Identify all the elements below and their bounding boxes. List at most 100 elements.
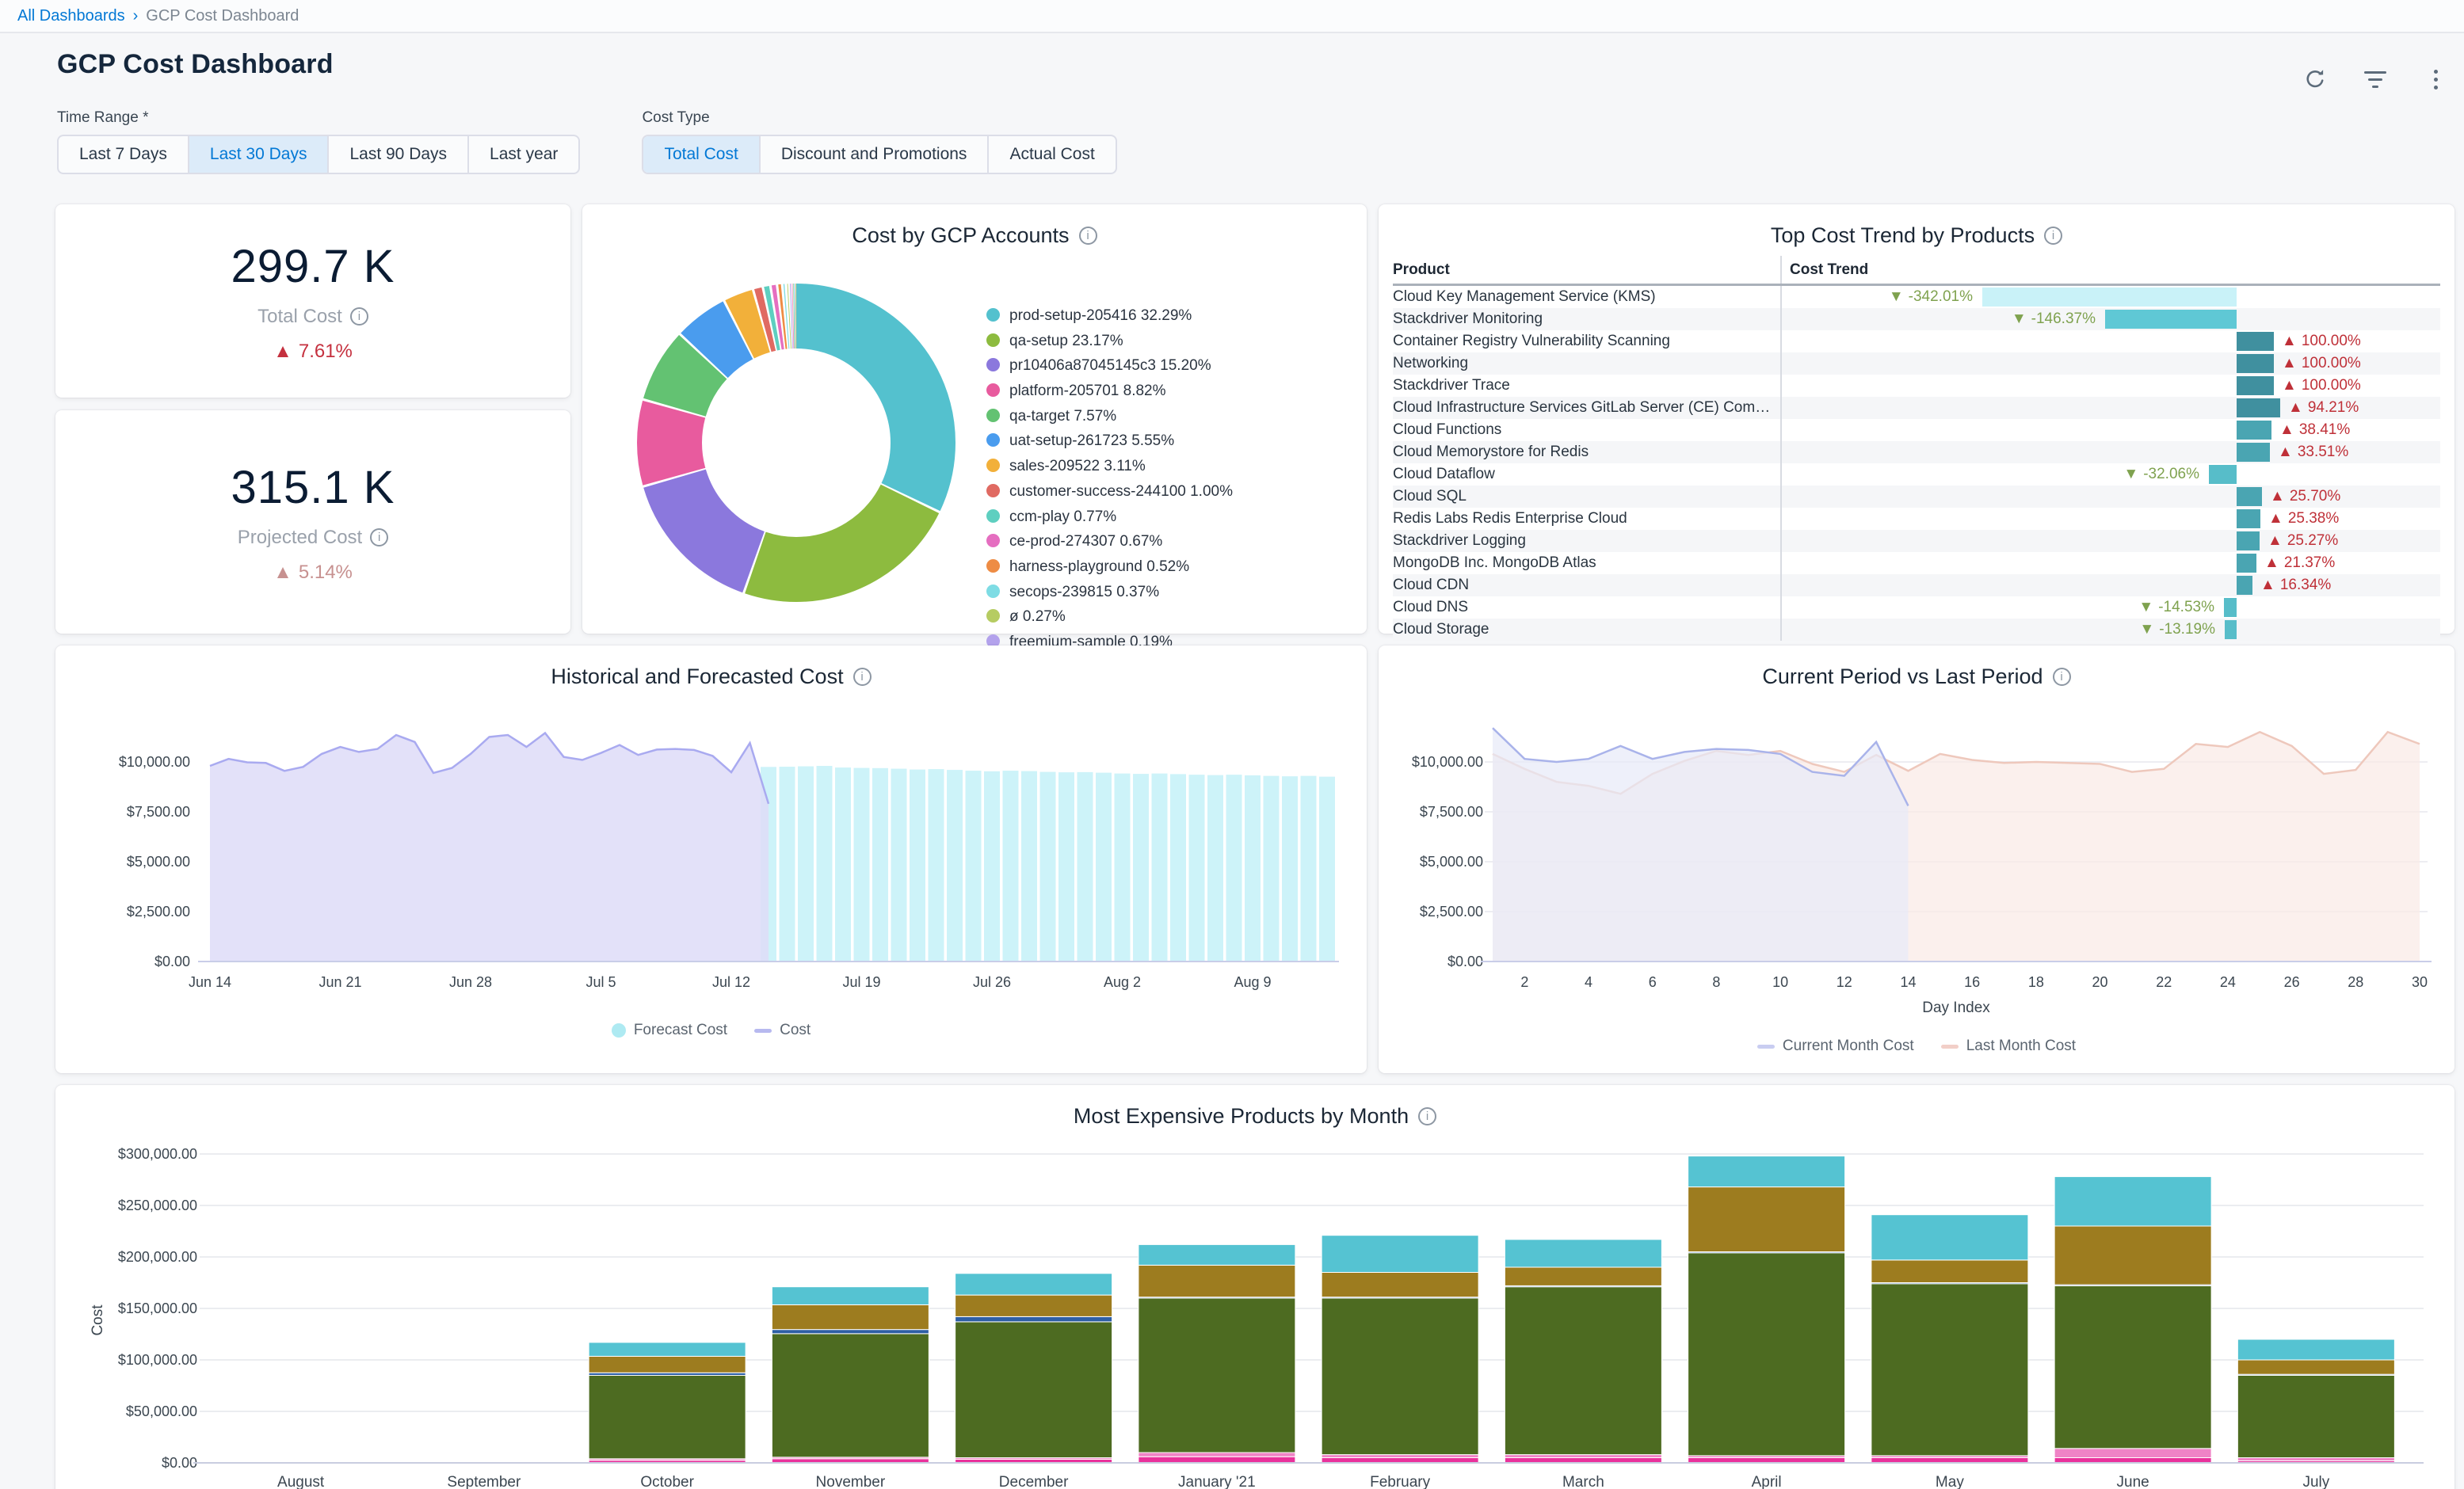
time-range-option-last-30-days[interactable]: Last 30 Days: [189, 136, 330, 173]
time-range-option-last-90-days[interactable]: Last 90 Days: [329, 136, 469, 173]
table-row[interactable]: Stackdriver Logging▲25.27%: [1393, 530, 2440, 552]
stacked-bar-segment[interactable]: [1322, 1236, 1478, 1273]
stacked-bar-segment[interactable]: [772, 1287, 929, 1305]
forecast-bar[interactable]: [891, 769, 907, 962]
stacked-bar-segment[interactable]: [2054, 1285, 2211, 1448]
forecast-bar[interactable]: [1021, 771, 1037, 962]
table-row[interactable]: Redis Labs Redis Enterprise Cloud▲25.38%: [1393, 508, 2440, 530]
legend-item[interactable]: Last Month Cost: [1941, 1038, 2076, 1055]
stacked-bar-segment[interactable]: [1139, 1298, 1295, 1453]
forecast-bar[interactable]: [966, 771, 982, 962]
forecast-bar[interactable]: [1058, 772, 1074, 962]
table-row[interactable]: Container Registry Vulnerability Scannin…: [1393, 330, 2440, 352]
stacked-bar-segment[interactable]: [1139, 1265, 1295, 1297]
stacked-bar-segment[interactable]: [1322, 1455, 1478, 1458]
cost-type-option-actual-cost[interactable]: Actual Cost: [989, 136, 1115, 173]
table-row[interactable]: Cloud Infrastructure Services GitLab Ser…: [1393, 397, 2440, 419]
table-row[interactable]: MongoDB Inc. MongoDB Atlas▲21.37%: [1393, 552, 2440, 574]
info-icon[interactable]: i: [1079, 227, 1097, 245]
forecast-bar[interactable]: [929, 769, 944, 962]
legend-item[interactable]: Current Month Cost: [1757, 1038, 1914, 1055]
stacked-bar-segment[interactable]: [2237, 1339, 2394, 1360]
stacked-bar-segment[interactable]: [772, 1334, 929, 1457]
forecast-bar[interactable]: [817, 766, 833, 962]
stacked-bar-segment[interactable]: [1688, 1253, 1845, 1456]
table-row[interactable]: Cloud SQL▲25.70%: [1393, 486, 2440, 508]
stacked-bar-segment[interactable]: [1688, 1156, 1845, 1187]
table-row[interactable]: Networking▲100.00%: [1393, 352, 2440, 375]
stacked-bar-segment[interactable]: [1139, 1453, 1295, 1457]
forecast-bar[interactable]: [947, 770, 963, 962]
forecast-bar[interactable]: [1282, 776, 1298, 962]
legend-item[interactable]: Cost: [754, 1022, 811, 1039]
stacked-bar-segment[interactable]: [1871, 1284, 2028, 1456]
forecast-bar[interactable]: [1152, 774, 1168, 962]
forecast-bar[interactable]: [1133, 774, 1149, 962]
stacked-bar-segment[interactable]: [955, 1322, 1112, 1458]
stacked-bar-segment[interactable]: [772, 1330, 929, 1334]
stacked-bar-segment[interactable]: [2054, 1226, 2211, 1285]
table-row[interactable]: Cloud Storage▼-13.19%: [1393, 619, 2440, 641]
info-icon[interactable]: i: [2044, 227, 2062, 245]
stacked-bar-segment[interactable]: [2237, 1376, 2394, 1458]
forecast-bar[interactable]: [1115, 774, 1131, 962]
legend-item[interactable]: Forecast Cost: [612, 1022, 727, 1039]
table-row[interactable]: Cloud DNS▼-14.53%: [1393, 596, 2440, 619]
forecast-bar[interactable]: [780, 767, 795, 962]
cost-type-option-discount-and-promotions[interactable]: Discount and Promotions: [761, 136, 990, 173]
info-icon[interactable]: i: [2053, 668, 2071, 686]
table-row[interactable]: Cloud Functions▲38.41%: [1393, 419, 2440, 441]
forecast-bar[interactable]: [1170, 774, 1186, 962]
table-row[interactable]: Stackdriver Trace▲100.00%: [1393, 375, 2440, 397]
forecast-bar[interactable]: [1301, 776, 1317, 962]
forecast-bar[interactable]: [1319, 777, 1335, 962]
forecast-bar[interactable]: [910, 770, 925, 962]
table-row[interactable]: Cloud Key Management Service (KMS)▼-342.…: [1393, 286, 2440, 308]
stacked-bar-segment[interactable]: [1688, 1187, 1845, 1252]
stacked-bar-segment[interactable]: [1505, 1267, 1661, 1285]
forecast-bar[interactable]: [1078, 772, 1093, 962]
stacked-bar-segment[interactable]: [2054, 1449, 2211, 1458]
stacked-bar-segment[interactable]: [1871, 1215, 2028, 1260]
info-icon[interactable]: i: [350, 307, 368, 326]
forecast-bar[interactable]: [1226, 775, 1242, 962]
stacked-bar-segment[interactable]: [955, 1274, 1112, 1295]
stacked-bar-segment[interactable]: [589, 1356, 746, 1373]
table-row[interactable]: Cloud Dataflow▼-32.06%: [1393, 463, 2440, 486]
info-icon[interactable]: i: [853, 668, 872, 686]
stacked-bar-segment[interactable]: [1322, 1273, 1478, 1297]
stacked-bar-segment[interactable]: [589, 1376, 746, 1459]
time-range-option-last-7-days[interactable]: Last 7 Days: [59, 136, 189, 173]
stacked-bar-segment[interactable]: [1139, 1244, 1295, 1265]
forecast-bar[interactable]: [984, 771, 1000, 962]
info-icon[interactable]: i: [1418, 1107, 1436, 1125]
forecast-bar[interactable]: [1264, 776, 1280, 962]
table-row[interactable]: Stackdriver Monitoring▼-146.37%: [1393, 308, 2440, 330]
stacked-bar-segment[interactable]: [1505, 1240, 1661, 1267]
stacked-bar-segment[interactable]: [1871, 1260, 2028, 1283]
table-row[interactable]: Cloud Memorystore for Redis▲33.51%: [1393, 441, 2440, 463]
stacked-bar-segment[interactable]: [955, 1316, 1112, 1322]
forecast-bar[interactable]: [872, 768, 888, 962]
time-range-option-last-year[interactable]: Last year: [469, 136, 578, 173]
stacked-bar-segment[interactable]: [1505, 1287, 1661, 1455]
refresh-icon[interactable]: [2299, 63, 2331, 95]
breadcrumb-link-all-dashboards[interactable]: All Dashboards: [17, 7, 125, 25]
forecast-bar[interactable]: [854, 768, 870, 962]
table-row[interactable]: Cloud CDN▲16.34%: [1393, 574, 2440, 596]
kebab-menu-icon[interactable]: [2420, 63, 2451, 95]
stacked-bar-segment[interactable]: [2237, 1360, 2394, 1374]
stacked-bar-segment[interactable]: [772, 1304, 929, 1329]
info-icon[interactable]: i: [370, 528, 388, 546]
forecast-bar[interactable]: [1003, 771, 1019, 962]
stacked-bar-segment[interactable]: [2054, 1177, 2211, 1226]
forecast-bar[interactable]: [1207, 775, 1223, 962]
stacked-bar-segment[interactable]: [1139, 1457, 1295, 1463]
stacked-bar-segment[interactable]: [2237, 1458, 2394, 1461]
stacked-bar-segment[interactable]: [955, 1295, 1112, 1316]
forecast-bar[interactable]: [1245, 775, 1261, 962]
forecast-bar[interactable]: [1189, 775, 1205, 962]
forecast-bar[interactable]: [798, 767, 814, 962]
forecast-bar[interactable]: [1096, 773, 1112, 962]
cost-type-option-total-cost[interactable]: Total Cost: [643, 136, 760, 173]
